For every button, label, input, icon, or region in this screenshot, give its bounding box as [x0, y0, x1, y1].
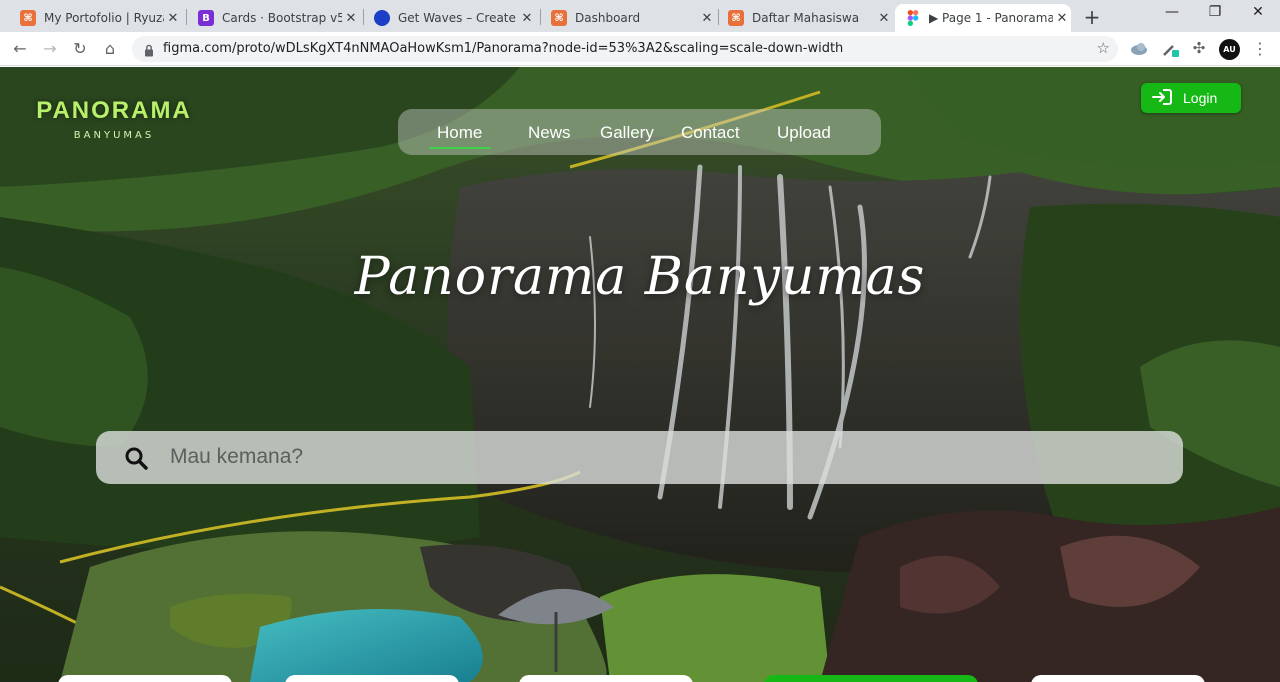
close-tab-icon[interactable]: ✕ — [698, 11, 716, 26]
menu-kebab-icon[interactable]: ⋮ — [1252, 39, 1268, 59]
nav-news[interactable]: News — [528, 123, 571, 143]
address-bar[interactable]: figma.com/proto/wDLsKgXT4nNMAOaHowKsm1/P… — [132, 36, 1118, 62]
browser-tab[interactable]: ⌘ Dashboard ✕ — [541, 4, 716, 32]
nav-upload[interactable]: Upload — [777, 123, 831, 143]
forward-arrow-icon[interactable]: → — [39, 38, 61, 60]
browser-tab[interactable]: Get Waves – Create SVG ✕ — [364, 4, 536, 32]
figma-prototype-viewport: PANORAMA BANYUMAS Home News Gallery Cont… — [0, 67, 1280, 682]
login-button[interactable]: Login — [1141, 83, 1241, 113]
nav-home[interactable]: Home — [437, 123, 482, 143]
browser-tab-bar: ⌘ My Portofolio | Ryuza A ✕ B Cards · Bo… — [0, 0, 1280, 32]
main-navigation: Home News Gallery Contact Upload — [398, 109, 881, 155]
avatar[interactable]: AU — [1219, 39, 1240, 60]
minimize-window-icon[interactable]: — — [1160, 4, 1184, 20]
browser-tab[interactable]: ⌘ My Portofolio | Ryuza A ✕ — [10, 4, 182, 32]
maximize-window-icon[interactable]: ❐ — [1203, 4, 1227, 20]
eyedropper-extension-icon[interactable] — [1160, 39, 1180, 59]
extensions-puzzle-icon[interactable]: ✣ — [1189, 39, 1209, 59]
home-icon[interactable]: ⌂ — [99, 38, 121, 60]
close-tab-icon[interactable]: ✕ — [342, 11, 360, 26]
close-tab-icon[interactable]: ✕ — [875, 11, 893, 26]
panorama-logo[interactable]: PANORAMA BANYUMAS — [24, 97, 204, 141]
category-card[interactable] — [285, 675, 459, 682]
mahasiswa-favicon-icon: ⌘ — [728, 10, 744, 26]
figma-favicon-icon — [905, 10, 921, 26]
category-card-active[interactable] — [764, 675, 978, 682]
destination-search-bar[interactable] — [96, 431, 1183, 484]
category-card[interactable] — [519, 675, 693, 682]
waterfall-hero-background — [0, 67, 1280, 682]
category-card[interactable] — [1031, 675, 1205, 682]
close-tab-icon[interactable]: ✕ — [518, 11, 536, 26]
reload-icon[interactable]: ↻ — [69, 38, 91, 60]
lock-icon — [144, 42, 154, 61]
getwaves-favicon-icon — [374, 10, 390, 26]
close-window-icon[interactable]: ✕ — [1246, 4, 1270, 20]
portfolio-favicon-icon: ⌘ — [20, 10, 36, 26]
page-title: Panorama Banyumas — [354, 247, 926, 307]
search-input[interactable] — [170, 440, 1160, 474]
active-nav-indicator — [429, 147, 491, 149]
browser-tab[interactable]: B Cards · Bootstrap v5.0 ✕ — [188, 4, 360, 32]
close-tab-icon[interactable]: ✕ — [1053, 11, 1071, 26]
close-tab-icon[interactable]: ✕ — [164, 11, 182, 26]
browser-tab-active[interactable]: ▶ Page 1 - Panorama ✕ — [895, 4, 1071, 32]
new-tab-button[interactable]: + — [1082, 5, 1102, 29]
search-icon[interactable] — [124, 446, 148, 474]
browser-toolbar: ← → ↻ ⌂ figma.com/proto/wDLsKgXT4nNMAOaH… — [0, 32, 1280, 66]
dashboard-favicon-icon: ⌘ — [551, 10, 567, 26]
url-text: figma.com/proto/wDLsKgXT4nNMAOaHowKsm1/P… — [163, 41, 844, 56]
bookmark-star-icon[interactable]: ☆ — [1097, 39, 1110, 57]
nav-gallery[interactable]: Gallery — [600, 123, 654, 143]
category-card[interactable] — [58, 675, 232, 682]
bootstrap-favicon-icon: B — [198, 10, 214, 26]
cloud-extension-icon[interactable] — [1129, 39, 1149, 59]
browser-tab[interactable]: ⌘ Daftar Mahasiswa ✕ — [718, 4, 893, 32]
back-arrow-icon[interactable]: ← — [9, 38, 31, 60]
login-arrow-icon — [1151, 88, 1173, 109]
nav-contact[interactable]: Contact — [681, 123, 740, 143]
